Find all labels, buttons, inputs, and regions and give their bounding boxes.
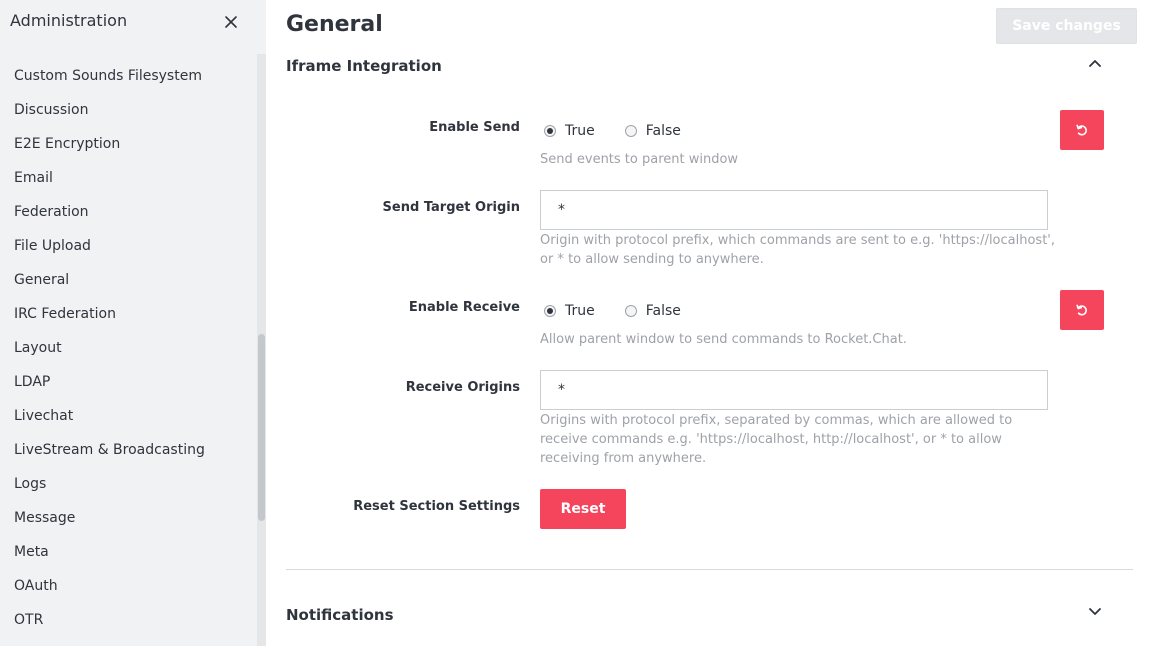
section-title-iframe-integration[interactable]: Iframe Integration [286,57,442,75]
undo-icon [1076,304,1087,316]
sidebar-item-livestream-broadcasting[interactable]: LiveStream & Broadcasting [0,433,256,467]
sidebar-item-ldap[interactable]: LDAP [0,365,256,399]
enable-send-reset-button[interactable] [1060,110,1104,150]
sidebar-item-otr[interactable]: OTR [0,603,256,637]
sidebar-item-email[interactable]: Email [0,161,256,195]
chevron-up-icon[interactable] [1086,55,1104,73]
sidebar-item-file-upload[interactable]: File Upload [0,229,256,263]
sidebar-item-meta[interactable]: Meta [0,535,256,569]
sidebar-item-layout[interactable]: Layout [0,331,256,365]
reset-section-button[interactable]: Reset [540,489,626,529]
receive-origins-hint: Origins with protocol prefix, separated … [540,413,1013,466]
section-divider [286,569,1133,570]
page-title: General [286,12,383,37]
sidebar-item-custom-sounds-filesystem[interactable]: Custom Sounds Filesystem [0,59,256,93]
radio-label-false: False [645,303,681,319]
enable-send-hint: Send events to parent window [540,152,739,167]
field-label-enable-receive: Enable Receive [408,300,520,315]
radio-label-true: True [565,303,595,319]
sidebar-item-general[interactable]: General [0,263,256,297]
save-changes-button[interactable]: Save changes [996,8,1137,44]
sidebar-item-message[interactable]: Message [0,501,256,535]
send-target-origin-input[interactable] [540,190,1048,230]
sidebar-item-e2e-encryption[interactable]: E2E Encryption [0,127,256,161]
sidebar-scroll-thumb[interactable] [258,334,265,521]
sidebar-scrollbar[interactable] [257,54,266,646]
sidebar-item-livechat[interactable]: Livechat [0,399,256,433]
radio-checked-icon[interactable] [544,305,556,317]
close-icon[interactable] [221,12,241,32]
sidebar-item-federation[interactable]: Federation [0,195,256,229]
field-label-enable-send: Enable Send [429,120,520,135]
sidebar-item-discussion[interactable]: Discussion [0,93,256,127]
sidebar-item-logs[interactable]: Logs [0,467,256,501]
sidebar-item-oauth[interactable]: OAuth [0,569,256,603]
enable-receive-false-option[interactable]: False [624,303,681,319]
radio-label-true: True [565,123,595,139]
radio-unchecked-icon[interactable] [624,125,637,137]
admin-sidebar: Administration Custom Sounds Filesystem … [0,0,266,646]
enable-receive-hint: Allow parent window to send commands to … [540,332,907,347]
sidebar-header: Administration [0,0,266,44]
enable-send-true-option[interactable]: True [544,123,595,139]
enable-receive-true-option[interactable]: True [544,303,595,319]
enable-send-radio-group: True False [544,123,711,139]
enable-receive-radio-group: True False [544,303,711,319]
receive-origins-input[interactable] [540,370,1048,410]
settings-main: General Save changes Iframe Integration … [266,0,1154,646]
field-label-reset-section: Reset Section Settings [353,499,520,514]
enable-send-false-option[interactable]: False [624,123,681,139]
field-label-send-target-origin: Send Target Origin [382,200,520,215]
field-label-receive-origins: Receive Origins [405,380,520,395]
radio-unchecked-icon[interactable] [624,305,637,317]
radio-label-false: False [645,123,681,139]
sidebar-item-irc-federation[interactable]: IRC Federation [0,297,256,331]
enable-receive-reset-button[interactable] [1060,290,1104,330]
undo-icon [1076,124,1087,136]
section-title-notifications[interactable]: Notifications [286,606,394,624]
sidebar-title: Administration [10,11,128,30]
send-target-origin-hint: Origin with protocol prefix, which comma… [540,233,1056,267]
chevron-down-icon[interactable] [1086,602,1104,620]
sidebar-list: Custom Sounds Filesystem Discussion E2E … [0,59,256,637]
radio-checked-icon[interactable] [544,125,556,137]
